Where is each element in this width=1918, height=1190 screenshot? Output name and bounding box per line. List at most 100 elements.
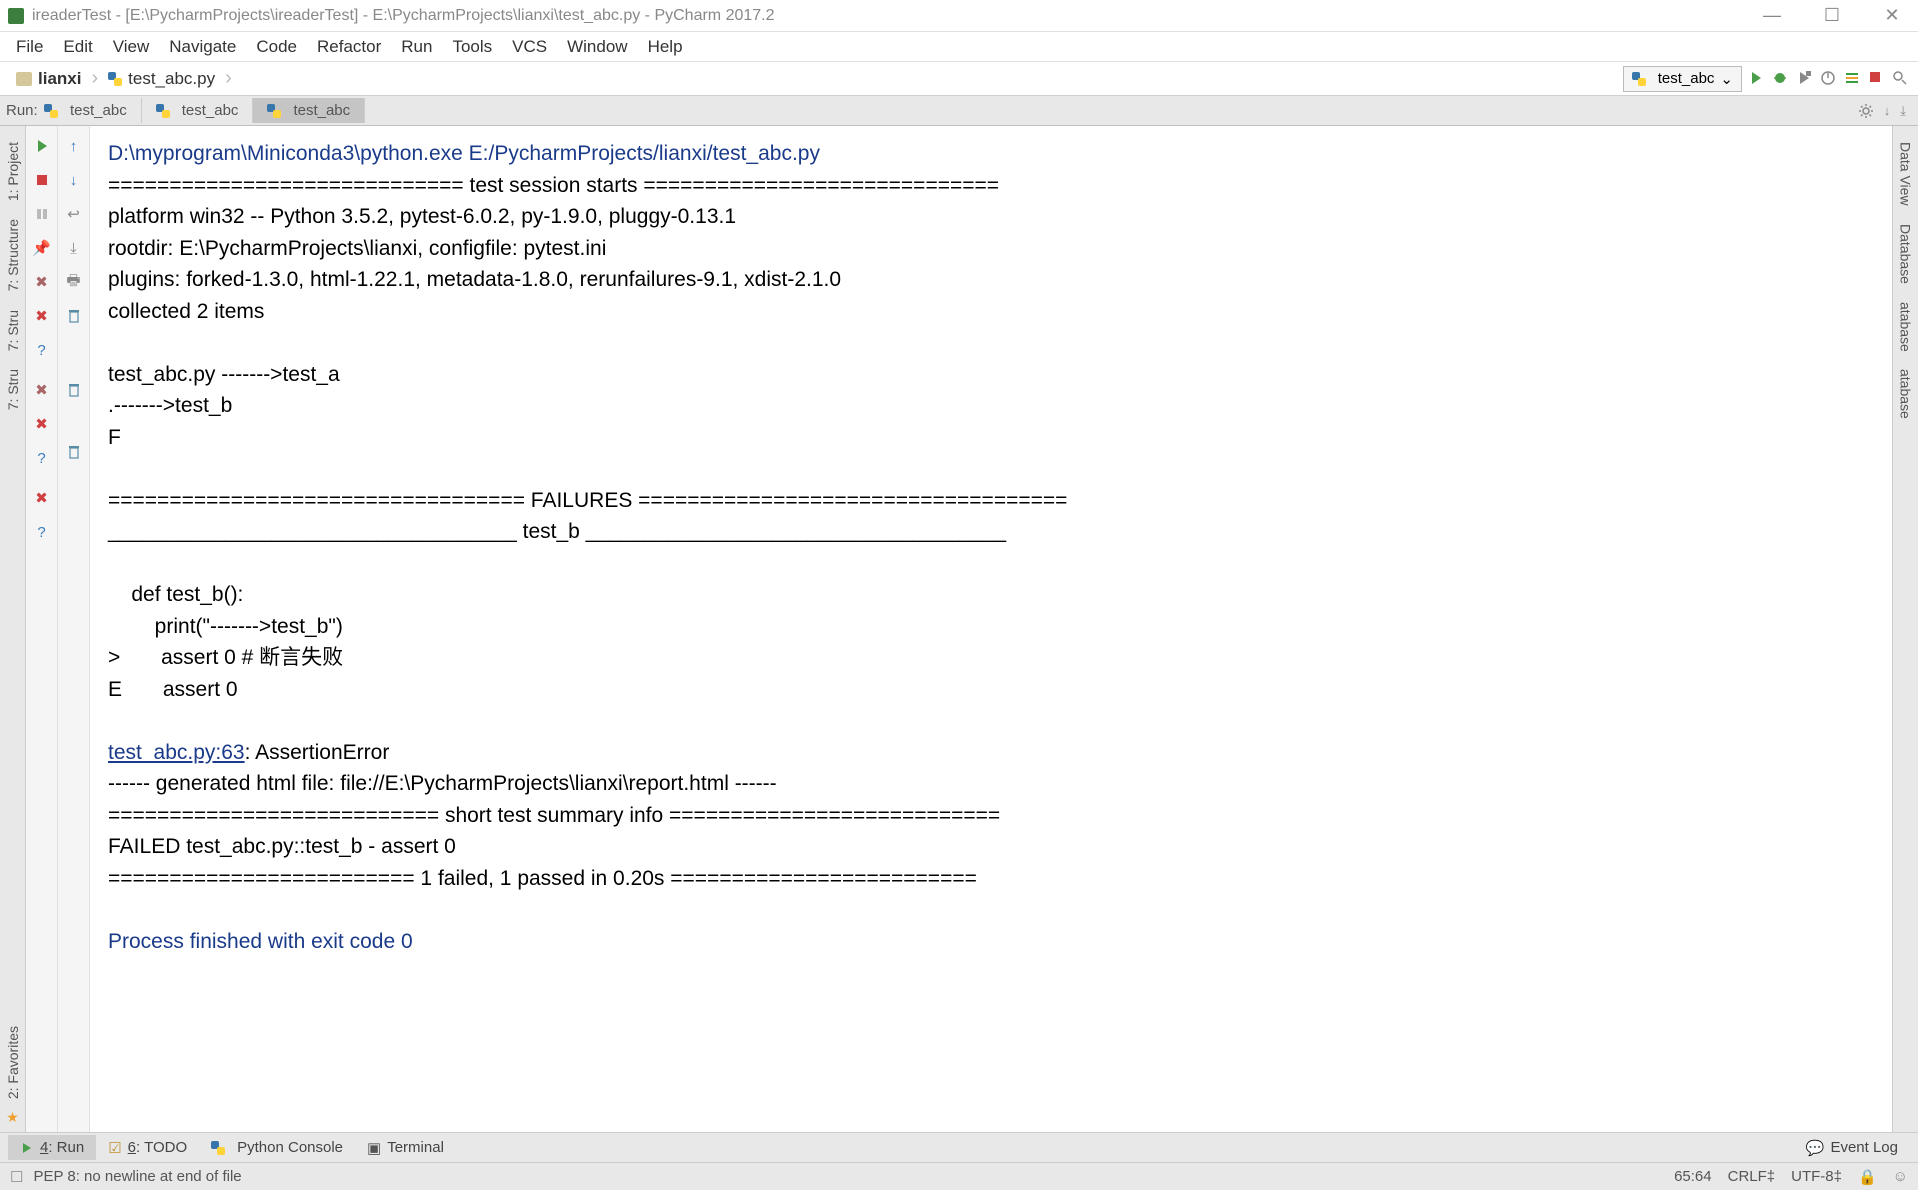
- help-icon-2[interactable]: ?: [32, 448, 52, 468]
- stop-icon[interactable]: [32, 170, 52, 190]
- navbar: lianxi › test_abc.py › test_abc ⌄: [0, 62, 1918, 96]
- concurrency-button[interactable]: [1844, 70, 1862, 88]
- side-atabase-3[interactable]: atabase: [1898, 361, 1914, 427]
- window-title: ireaderTest - [E:\PycharmProjects\ireade…: [32, 7, 1754, 25]
- close-button[interactable]: ✕: [1874, 2, 1910, 30]
- run-tab[interactable]: test_abc: [253, 98, 365, 123]
- run-button[interactable]: [1748, 70, 1766, 88]
- menu-vcs[interactable]: VCS: [502, 33, 557, 61]
- arrow-down-icon[interactable]: ↓: [1884, 103, 1891, 118]
- run-tabbar: Run: test_abc test_abc test_abc ↓ ⤓: [0, 96, 1918, 126]
- line-separator[interactable]: CRLF‡: [1728, 1168, 1776, 1185]
- status-box-icon[interactable]: ☐: [10, 1168, 23, 1186]
- menu-edit[interactable]: Edit: [53, 33, 102, 61]
- file-encoding[interactable]: UTF-8‡: [1791, 1168, 1842, 1185]
- bottom-run[interactable]: 4: Run: [8, 1135, 96, 1160]
- python-file-icon: [267, 104, 281, 118]
- close-all-icon[interactable]: ✖: [32, 306, 52, 326]
- close-tab-icon-2[interactable]: ✖: [32, 380, 52, 400]
- left-tool-rail: 1: Project 7: Structure 7: Stru 7: Stru …: [0, 126, 26, 1132]
- maximize-button[interactable]: ☐: [1814, 2, 1850, 30]
- console-line: [108, 453, 1874, 485]
- console-line: ============================= test sessi…: [108, 170, 1874, 202]
- scroll-end-icon[interactable]: ⤓: [64, 238, 84, 258]
- stop-button[interactable]: [1868, 70, 1886, 88]
- menu-navigate[interactable]: Navigate: [159, 33, 246, 61]
- side-project[interactable]: 1: Project: [5, 134, 21, 209]
- console-line: [108, 894, 1874, 926]
- breadcrumb: lianxi › test_abc.py ›: [8, 67, 1623, 91]
- pin-icon[interactable]: 📌: [32, 238, 52, 258]
- menu-window[interactable]: Window: [557, 33, 637, 61]
- side-atabase-2[interactable]: atabase: [1898, 294, 1914, 360]
- console-line: platform win32 -- Python 3.5.2, pytest-6…: [108, 201, 1874, 233]
- close-all-icon-2[interactable]: ✖: [32, 414, 52, 434]
- inspector-icon[interactable]: ☺: [1893, 1168, 1908, 1185]
- bottom-python-console[interactable]: Python Console: [199, 1135, 355, 1160]
- console-line: ================================== FAILU…: [108, 485, 1874, 517]
- menu-refactor[interactable]: Refactor: [307, 33, 391, 61]
- rerun-icon[interactable]: [32, 136, 52, 156]
- run-tab[interactable]: test_abc: [30, 98, 142, 123]
- menu-tools[interactable]: Tools: [442, 33, 502, 61]
- close-tab-icon[interactable]: ✖: [32, 272, 52, 292]
- chevron-right-icon: ›: [91, 67, 98, 90]
- menu-help[interactable]: Help: [638, 33, 693, 61]
- python-file-icon: [1632, 72, 1646, 86]
- bottom-event-log[interactable]: 💬 Event Log: [1794, 1135, 1910, 1161]
- console-line: test_abc.py ------->test_a: [108, 359, 1874, 391]
- menu-file[interactable]: File: [6, 33, 53, 61]
- folder-icon: [16, 72, 32, 86]
- bottom-terminal[interactable]: ▣ Terminal: [355, 1135, 456, 1161]
- side-stru-2[interactable]: 7: Stru: [5, 302, 21, 359]
- pause-icon[interactable]: [32, 204, 52, 224]
- console-line: .------->test_b: [108, 390, 1874, 422]
- console-line: =========================== short test s…: [108, 800, 1874, 832]
- trash-icon-2[interactable]: [64, 380, 84, 400]
- lock-icon[interactable]: 🔒: [1858, 1168, 1877, 1186]
- side-data-view[interactable]: Data View: [1898, 134, 1914, 214]
- side-favorites[interactable]: 2: Favorites: [5, 1018, 21, 1107]
- console-line: rootdir: E:\PycharmProjects\lianxi, conf…: [108, 233, 1874, 265]
- cursor-position[interactable]: 65:64: [1674, 1168, 1712, 1185]
- close-all-icon-3[interactable]: ✖: [32, 488, 52, 508]
- up-arrow-icon[interactable]: ↑: [64, 136, 84, 156]
- debug-button[interactable]: [1772, 70, 1790, 88]
- trash-icon[interactable]: [64, 306, 84, 326]
- star-icon: ★: [6, 1109, 19, 1132]
- console-output[interactable]: D:\myprogram\Miniconda3\python.exe E:/Py…: [90, 126, 1892, 1132]
- menu-run[interactable]: Run: [391, 33, 442, 61]
- minimize-button[interactable]: —: [1754, 2, 1790, 30]
- side-structure[interactable]: 7: Structure: [5, 211, 21, 299]
- side-database[interactable]: Database: [1898, 216, 1914, 292]
- print-icon[interactable]: 🖶: [64, 272, 84, 292]
- profile-button[interactable]: [1820, 70, 1838, 88]
- console-line: F: [108, 422, 1874, 454]
- breadcrumb-folder[interactable]: lianxi: [8, 67, 89, 91]
- side-stru-3[interactable]: 7: Stru: [5, 361, 21, 418]
- run-config-selector[interactable]: test_abc ⌄: [1623, 66, 1742, 92]
- run-actions-col-2: ↑ ↓ ↩ ⤓ 🖶: [58, 126, 90, 1132]
- console-line: [108, 548, 1874, 580]
- search-button[interactable]: [1892, 70, 1910, 88]
- console-line: test_abc.py:63: AssertionError: [108, 737, 1874, 769]
- console-line: FAILED test_abc.py::test_b - assert 0: [108, 831, 1874, 863]
- soft-wrap-icon[interactable]: ↩: [64, 204, 84, 224]
- run-tab[interactable]: test_abc: [142, 98, 254, 123]
- bottom-todo[interactable]: ☑ 6: TODO: [96, 1135, 199, 1161]
- collapse-icon[interactable]: ⤓: [1900, 103, 1906, 119]
- menu-view[interactable]: View: [103, 33, 160, 61]
- help-icon[interactable]: ?: [32, 340, 52, 360]
- trash-icon-3[interactable]: [64, 442, 84, 462]
- menu-code[interactable]: Code: [246, 33, 307, 61]
- coverage-button[interactable]: [1796, 70, 1814, 88]
- breadcrumb-file[interactable]: test_abc.py: [100, 67, 223, 91]
- console-line: def test_b():: [108, 579, 1874, 611]
- python-file-icon: [108, 72, 122, 86]
- console-line: plugins: forked-1.3.0, html-1.22.1, meta…: [108, 264, 1874, 296]
- down-arrow-icon[interactable]: ↓: [64, 170, 84, 190]
- gear-icon[interactable]: [1858, 103, 1874, 119]
- help-icon-3[interactable]: ?: [32, 522, 52, 542]
- python-icon: [211, 1141, 225, 1155]
- bottom-tool-tabs: 4: Run ☑ 6: TODO Python Console ▣ Termin…: [0, 1132, 1918, 1162]
